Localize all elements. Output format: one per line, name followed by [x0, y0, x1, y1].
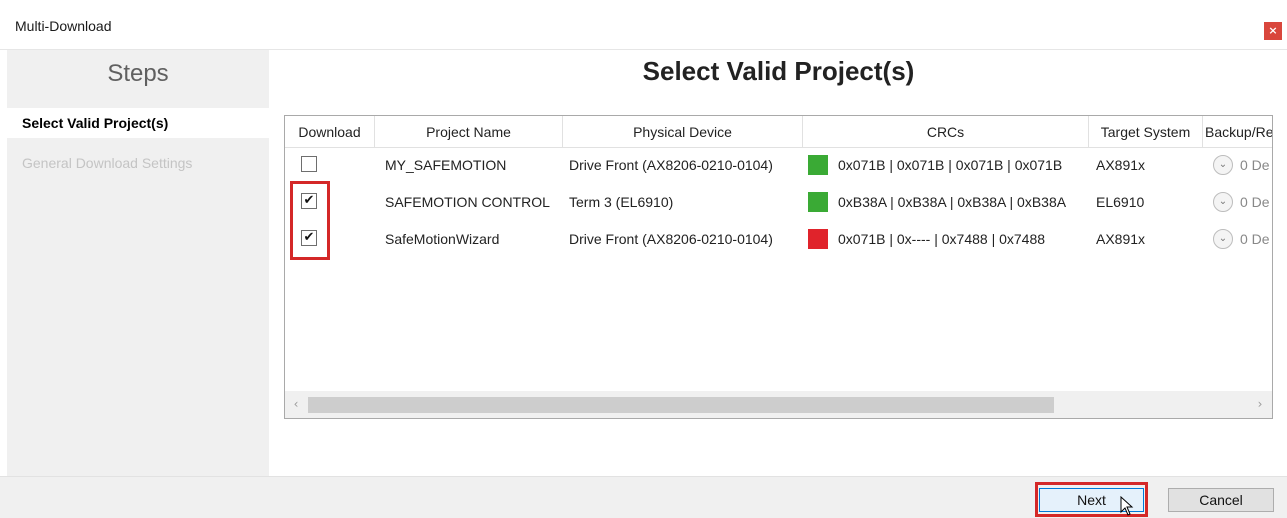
steps-sidebar: Steps Select Valid Project(s) General Do…	[7, 50, 269, 476]
target-system-cell: AX891x	[1096, 231, 1146, 247]
table-row[interactable]: ✔ SAFEMOTION CONTROL Term 3 (EL6910) 0xB…	[285, 183, 1272, 221]
scroll-left-arrow[interactable]: ‹	[289, 395, 303, 413]
crc-status-icon	[808, 192, 828, 212]
scroll-right-arrow[interactable]: ›	[1253, 395, 1267, 413]
project-name-cell: SAFEMOTION CONTROL	[385, 194, 550, 210]
table-row[interactable]: ✔ SafeMotionWizard Drive Front (AX8206-0…	[285, 220, 1272, 258]
step-select-valid-projects[interactable]: Select Valid Project(s)	[7, 108, 269, 138]
download-checkbox[interactable]	[301, 156, 317, 172]
scrollbar-thumb[interactable]	[308, 397, 1054, 413]
checkbox-highlight-box	[290, 181, 330, 260]
close-button[interactable]: ×	[1264, 22, 1282, 40]
backup-cell: 0 De	[1240, 194, 1270, 210]
column-header-crcs[interactable]: CRCs	[803, 116, 1089, 148]
column-header-target-system[interactable]: Target System	[1089, 116, 1203, 148]
crcs-cell: 0xB38A | 0xB38A | 0xB38A | 0xB38A	[838, 194, 1067, 210]
crcs-cell: 0x071B | 0x---- | 0x7488 | 0x7488	[838, 231, 1046, 247]
backup-cell: 0 De	[1240, 157, 1270, 173]
project-name-cell: SafeMotionWizard	[385, 231, 500, 247]
crc-status-icon	[808, 155, 828, 175]
crc-status-icon	[808, 229, 828, 249]
grid-header: Download Project Name Physical Device CR…	[285, 116, 1272, 148]
projects-grid: Download Project Name Physical Device CR…	[284, 115, 1273, 419]
physical-device-cell: Drive Front (AX8206-0210-0104)	[569, 157, 773, 173]
chevron-down-icon[interactable]: ⌄	[1213, 229, 1233, 249]
column-header-project-name[interactable]: Project Name	[375, 116, 563, 148]
window-title: Multi-Download	[15, 18, 112, 34]
column-header-backup[interactable]: Backup/Re	[1203, 116, 1272, 148]
physical-device-cell: Term 3 (EL6910)	[569, 194, 674, 210]
column-header-download[interactable]: Download	[285, 116, 375, 148]
steps-heading: Steps	[107, 60, 169, 87]
mouse-cursor-icon	[1120, 496, 1134, 516]
project-name-cell: MY_SAFEMOTION	[385, 157, 507, 173]
crcs-cell: 0x071B | 0x071B | 0x071B | 0x071B	[838, 157, 1063, 173]
step-general-download-settings: General Download Settings	[22, 155, 193, 171]
chevron-down-icon[interactable]: ⌄	[1213, 155, 1233, 175]
title-bar: Multi-Download ×	[0, 0, 1287, 50]
page-title: Select Valid Project(s)	[642, 56, 915, 86]
backup-cell: 0 De	[1240, 231, 1270, 247]
target-system-cell: EL6910	[1096, 194, 1145, 210]
physical-device-cell: Drive Front (AX8206-0210-0104)	[569, 231, 773, 247]
chevron-down-icon[interactable]: ⌄	[1213, 192, 1233, 212]
column-header-physical-device[interactable]: Physical Device	[563, 116, 803, 148]
horizontal-scrollbar[interactable]: ‹ ›	[285, 391, 1272, 418]
target-system-cell: AX891x	[1096, 157, 1146, 173]
cancel-button[interactable]: Cancel	[1168, 488, 1274, 512]
table-row[interactable]: MY_SAFEMOTION Drive Front (AX8206-0210-0…	[285, 146, 1272, 184]
